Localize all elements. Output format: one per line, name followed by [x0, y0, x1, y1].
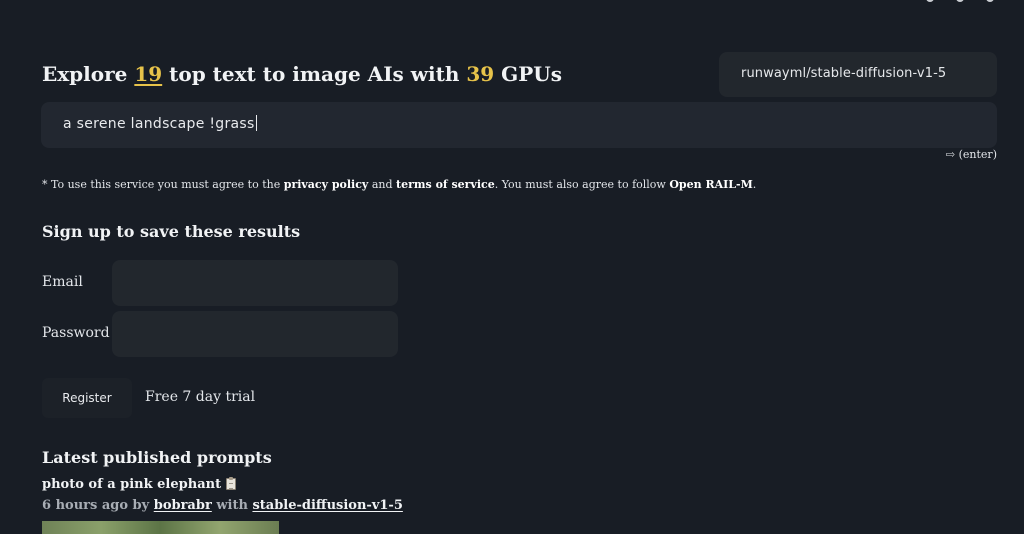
gpu-count: 39: [466, 62, 495, 86]
password-label: Password: [42, 325, 110, 341]
trial-text: Free 7 day trial: [145, 389, 256, 405]
published-prompt-meta: 6 hours ago by bobrabr with stable-diffu…: [42, 498, 403, 513]
title-prefix: Explore: [42, 62, 128, 86]
nav-item-partial: [986, 0, 994, 2]
nav-item-partial: [926, 0, 934, 2]
register-button[interactable]: Register: [42, 378, 132, 418]
page-title: Explore 19 top text to image AIs with 39…: [42, 62, 562, 86]
nav-item-partial: [956, 0, 964, 2]
published-prompt: photo of a pink elephant: [42, 477, 237, 492]
signup-heading: Sign up to save these results: [42, 222, 301, 241]
model-link[interactable]: stable-diffusion-v1-5: [252, 498, 402, 513]
post-time: 6 hours ago by: [42, 498, 150, 513]
title-middle: top text to image AIs with: [169, 62, 460, 86]
text-caret: [255, 115, 257, 131]
post-with: with: [216, 498, 248, 513]
enter-hint: ⇨ (enter): [945, 148, 997, 161]
license-link[interactable]: Open RAIL-M: [669, 178, 752, 191]
terms-text-2: . You must also agree to follow: [494, 178, 666, 191]
model-select[interactable]: runwayml/stable-diffusion-v1-5: [719, 52, 997, 97]
privacy-policy-link[interactable]: privacy policy: [284, 178, 369, 191]
published-prompt-text: photo of a pink elephant: [42, 477, 222, 492]
email-field[interactable]: [112, 260, 398, 306]
terms-of-service-link[interactable]: terms of service: [396, 178, 495, 191]
terms-and: and: [371, 178, 393, 191]
model-select-value: runwayml/stable-diffusion-v1-5: [741, 66, 947, 81]
prompt-input-value: a serene landscape !grass: [63, 116, 255, 132]
email-label: Email: [42, 274, 83, 290]
latest-prompts-heading: Latest published prompts: [42, 448, 272, 467]
top-nav-partial: [926, 0, 994, 2]
password-field[interactable]: [112, 311, 398, 357]
clipboard-icon[interactable]: [226, 477, 237, 490]
published-image-thumbnail[interactable]: [42, 521, 279, 534]
title-suffix: GPUs: [501, 62, 562, 86]
model-count-link[interactable]: 19: [134, 62, 162, 86]
terms-end: .: [752, 178, 757, 191]
prompt-input[interactable]: a serene landscape !grass: [41, 102, 997, 148]
terms-notice: * To use this service you must agree to …: [42, 178, 756, 191]
user-link[interactable]: bobrabr: [154, 498, 212, 513]
terms-text: * To use this service you must agree to …: [42, 178, 281, 191]
